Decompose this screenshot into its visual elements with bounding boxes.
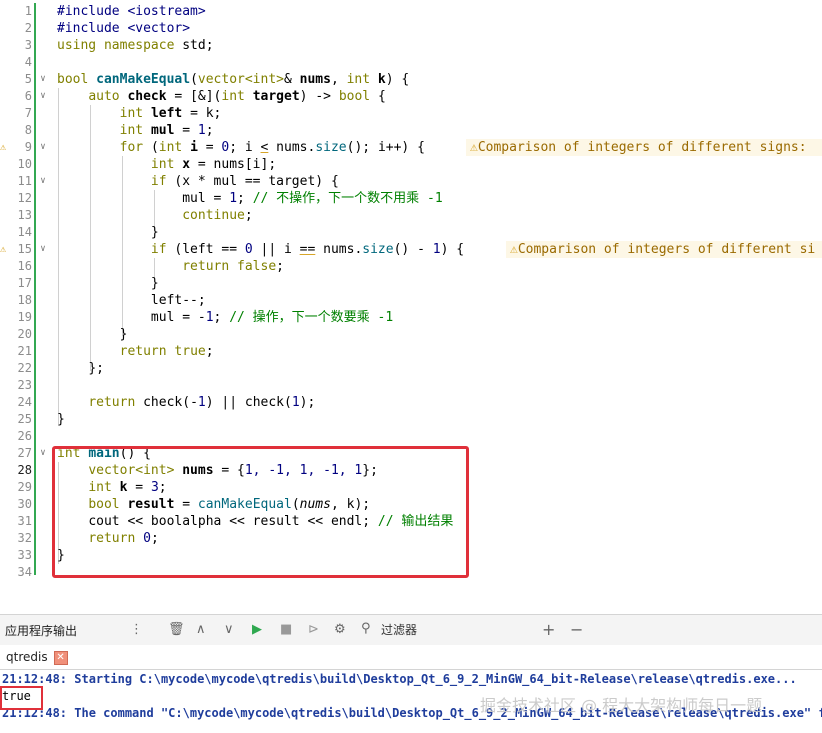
- watermark: 掘金技术社区 @ 程大大架构师每日一题: [480, 696, 763, 715]
- filter-placeholder: 过滤器: [381, 623, 418, 637]
- line-number: 33: [17, 548, 32, 562]
- output-panel-title: 应用程序输出: [5, 624, 78, 638]
- code-line: #include <iostream>: [57, 4, 206, 19]
- code-line: if (left == 0 || i == nums.size() - 1) {: [150, 242, 465, 257]
- code-line: using namespace std;: [57, 38, 214, 53]
- code-line: }: [150, 225, 159, 240]
- fold-arrow-icon[interactable]: ∨: [38, 139, 48, 156]
- scroll-up-icon[interactable]: ∧: [196, 620, 206, 640]
- warning-icon[interactable]: ⚠: [0, 241, 10, 258]
- main-function-highlight: [52, 446, 469, 578]
- warning-icon[interactable]: ⚠: [0, 139, 10, 156]
- line-number: 2: [24, 21, 32, 35]
- output-line: 21:12:48: Starting C:\mycode\mycode\qtre…: [2, 672, 797, 686]
- output-tab-bar: qtredis ✕: [0, 645, 822, 670]
- code-editor[interactable]: 1 2 3 4 5 6 7 8 9 10 11 12 13 14 15 16 1…: [0, 0, 822, 594]
- filter-input[interactable]: ⚲ 过滤器: [357, 619, 527, 640]
- result-highlight: [0, 686, 43, 710]
- add-icon[interactable]: +: [542, 620, 555, 640]
- scroll-down-icon[interactable]: ∨: [224, 620, 234, 640]
- line-number: 14: [17, 225, 32, 239]
- line-number: 24: [17, 395, 32, 409]
- code-line: if (x * mul == target) {: [150, 174, 339, 189]
- line-number: 25: [17, 412, 32, 426]
- line-number: 26: [17, 429, 32, 443]
- code-line: left--;: [150, 293, 206, 308]
- line-number: 7: [24, 106, 32, 120]
- run-icon[interactable]: ▶: [252, 620, 262, 640]
- code-line: for (int i = 0; i < nums.size(); i++) {: [119, 140, 425, 155]
- warning-icon: ⚠: [510, 242, 518, 257]
- line-number: 13: [17, 208, 32, 222]
- settings-icon[interactable]: ⚙: [334, 620, 346, 640]
- modification-bar: [34, 3, 36, 575]
- fold-arrow-icon[interactable]: ∨: [38, 173, 48, 190]
- output-panel-toolbar: 应用程序输出 ⋮ 🗑 ∧ ∨ ▶ ■ ⊳ ⚙ ⚲ 过滤器 + −: [0, 614, 822, 646]
- line-number: 29: [17, 480, 32, 494]
- close-icon[interactable]: ✕: [53, 650, 68, 665]
- line-number: 22: [17, 361, 32, 375]
- line-number: 19: [17, 310, 32, 324]
- tab-label: qtredis: [6, 650, 48, 664]
- code-line: bool canMakeEqual(vector<int>& nums, int…: [57, 72, 410, 87]
- fold-arrow-icon[interactable]: ∨: [38, 241, 48, 258]
- code-line: mul = 1; // 不操作，下一个数不用乘 -1: [182, 191, 443, 206]
- attach-icon[interactable]: ⊳: [308, 620, 319, 640]
- line-number: 3: [24, 38, 32, 52]
- minimize-icon[interactable]: −: [570, 620, 583, 640]
- fold-arrow-icon[interactable]: ∨: [38, 445, 48, 462]
- line-number: 8: [24, 123, 32, 137]
- code-line: }: [57, 412, 65, 427]
- code-line: int x = nums[i];: [150, 157, 277, 172]
- code-line: mul = -1; // 操作，下一个数要乘 -1: [150, 310, 394, 325]
- line-number: 5: [24, 72, 32, 86]
- code-line: return true;: [119, 344, 214, 359]
- code-line: }: [150, 276, 159, 291]
- code-line: };: [88, 361, 104, 376]
- code-line: #include <vector>: [57, 21, 191, 36]
- tab-qtredis[interactable]: qtredis ✕: [6, 647, 72, 667]
- fold-arrow-icon[interactable]: ∨: [38, 71, 48, 88]
- line-number: 10: [17, 157, 32, 171]
- code-line: }: [119, 327, 128, 342]
- line-number: 6: [24, 89, 32, 103]
- line-number: 23: [17, 378, 32, 392]
- search-icon: ⚲: [361, 621, 371, 636]
- warning-icon: ⚠: [470, 140, 478, 155]
- code-line: return false;: [182, 259, 284, 274]
- line-number: 34: [17, 565, 32, 579]
- code-line: continue;: [182, 208, 253, 223]
- line-number: 16: [17, 259, 32, 273]
- line-number: 30: [17, 497, 32, 511]
- line-number: 18: [17, 293, 32, 307]
- line-number: 11: [17, 174, 32, 188]
- fold-arrow-icon[interactable]: ∨: [38, 88, 48, 105]
- code-line: int mul = 1;: [119, 123, 214, 138]
- line-number: 17: [17, 276, 32, 290]
- stop-icon[interactable]: ■: [280, 620, 292, 640]
- line-number: 12: [17, 191, 32, 205]
- line-number: 1: [24, 4, 32, 18]
- line-number: 4: [24, 55, 32, 69]
- line-number: 21: [17, 344, 32, 358]
- inline-warning[interactable]: ⚠Comparison of integers of different si: [506, 241, 822, 258]
- code-line: return check(-1) || check(1);: [88, 395, 316, 410]
- clear-icon[interactable]: 🗑: [168, 620, 185, 640]
- line-number: 20: [17, 327, 32, 341]
- line-number: 32: [17, 531, 32, 545]
- line-number-current: 28: [17, 463, 32, 477]
- code-line: int left = k;: [119, 106, 222, 121]
- toolbar-separator: ⋮: [130, 622, 143, 637]
- code-line: auto check = [&](int target) -> bool {: [88, 89, 386, 104]
- line-number: 27: [17, 446, 32, 460]
- inline-warning[interactable]: ⚠Comparison of integers of different sig…: [466, 139, 822, 156]
- line-number: 31: [17, 514, 32, 528]
